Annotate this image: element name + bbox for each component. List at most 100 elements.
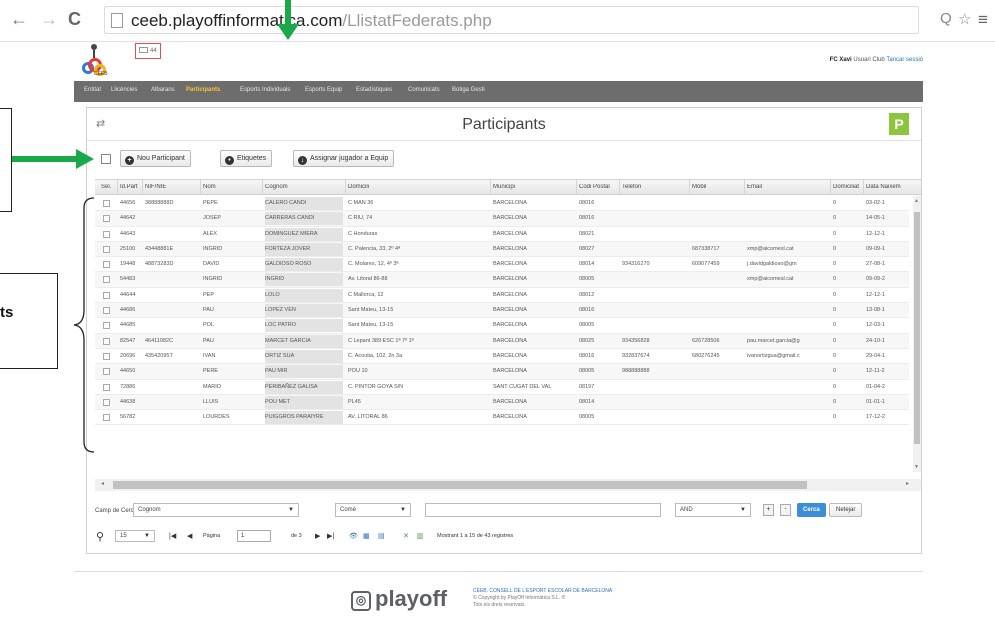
- row-checkbox[interactable]: [103, 368, 110, 376]
- clear-button[interactable]: Netejar: [829, 503, 863, 517]
- assign-to-team-button[interactable]: ↓ Assignar jugador a Equip: [293, 150, 395, 167]
- last-page-icon[interactable]: ▶|: [327, 532, 334, 540]
- search-logic-select[interactable]: AND ▼: [675, 503, 751, 517]
- select-all-checkbox[interactable]: [101, 154, 111, 164]
- add-condition-button[interactable]: +: [763, 504, 774, 516]
- column-header[interactable]: Domicili: [348, 184, 490, 190]
- row-checkbox[interactable]: [103, 322, 110, 330]
- column-header[interactable]: Codi Postal: [579, 184, 621, 190]
- table-row[interactable]: 20696 43542095T IVAN ORTIZ SUA C. Acoutia, 1…: [95, 349, 909, 365]
- search-input[interactable]: [425, 503, 661, 517]
- excel-export-icon[interactable]: ✕: [403, 532, 409, 540]
- search-icon[interactable]: ⚲: [96, 530, 104, 543]
- table-row[interactable]: 82547 46411082C PAU MARCET GARCIA C Lepant 3…: [95, 333, 909, 349]
- nav-item-estadistiques[interactable]: Estadístiques: [356, 87, 392, 93]
- remove-condition-button[interactable]: -: [780, 504, 791, 516]
- row-checkbox[interactable]: [103, 276, 110, 284]
- row-checkbox[interactable]: [103, 245, 110, 253]
- column-header[interactable]: NIF/NIE: [145, 184, 201, 190]
- row-checkbox[interactable]: [103, 307, 110, 315]
- row-checkbox[interactable]: [103, 200, 110, 207]
- column-header[interactable]: Municipi: [493, 184, 577, 190]
- first-page-icon[interactable]: |◀: [169, 532, 176, 540]
- vertical-scroll-thumb[interactable]: [914, 212, 920, 444]
- nav-item-botiga-gesti[interactable]: Botiga Gesti: [452, 87, 485, 93]
- table-row[interactable]: 56782 LOURDES PUIGGROS PARAIYRE AV. LITORAL…: [95, 410, 909, 426]
- page-size-select[interactable]: 15 ▼: [115, 530, 155, 542]
- search-button[interactable]: Cerca: [797, 503, 826, 517]
- row-checkbox[interactable]: [103, 383, 110, 391]
- row-checkbox[interactable]: [103, 291, 110, 299]
- nav-item-llicencies[interactable]: Llicències: [111, 87, 137, 93]
- scroll-right-icon[interactable]: ▸: [906, 480, 909, 487]
- table-row[interactable]: 19448 48873283D DAVID GALDIOSO ROSO C. Molar…: [95, 257, 909, 273]
- participants-panel: ⇄ Participants P + Nou Participant • Etiqu…: [86, 107, 922, 554]
- row-checkbox[interactable]: [103, 398, 110, 406]
- browser-menu-icon[interactable]: ≡: [978, 10, 988, 30]
- column-header[interactable]: Telèfon: [622, 184, 690, 190]
- table-cell: 72886: [120, 383, 136, 390]
- logout-link[interactable]: Tancar sessió: [886, 57, 923, 63]
- page-input[interactable]: 1: [237, 530, 271, 542]
- table-row[interactable]: 25100 43448881E INGRID FORTEZA JOVER C. Pale…: [95, 241, 909, 258]
- table-row[interactable]: 44656 38888888D PEPE CALERO CANDI C MAN 36 BA…: [95, 196, 909, 212]
- table-row[interactable]: 44638 LLUIS POU MET PL45 BARCELONA 08014 0 01-0…: [95, 394, 909, 411]
- nav-item-comunicats[interactable]: Comunicats: [408, 87, 440, 93]
- row-checkbox[interactable]: [103, 230, 110, 238]
- labels-button[interactable]: • Etiquetes: [220, 150, 273, 167]
- column-header[interactable]: Id.Part: [120, 184, 144, 190]
- nav-item-esports-equip[interactable]: Esports Equip: [305, 87, 342, 93]
- table-row[interactable]: 44642 JOSEP CARRERAS CANDI C RIU, 74 BARCELO…: [95, 211, 909, 227]
- footer-line-1[interactable]: CEEB. CONSELL DE L'ESPORT ESCOLAR DE BAR…: [473, 588, 612, 595]
- column-header[interactable]: Mòbil: [692, 184, 745, 190]
- zoom-icon[interactable]: Q: [940, 10, 952, 27]
- column-header[interactable]: Domiciliat: [833, 184, 864, 190]
- row-checkbox[interactable]: [103, 414, 110, 422]
- scroll-down-icon[interactable]: ▼: [914, 464, 919, 470]
- search-operator-select[interactable]: Comè ▼: [335, 503, 411, 517]
- messages-badge[interactable]: 44: [135, 43, 161, 59]
- address-bar[interactable]: ceeb.playoffinformatica.com/LlistatFeder…: [104, 6, 919, 34]
- new-participant-button[interactable]: + Nou Participant: [120, 150, 191, 167]
- row-checkbox[interactable]: [103, 337, 110, 345]
- table-row[interactable]: 72886 MARIO PERIBAÑEZ GALISA C. PINTOR GOYA…: [95, 380, 909, 395]
- row-checkbox[interactable]: [103, 215, 110, 223]
- prev-page-icon[interactable]: ◀: [187, 532, 192, 540]
- forward-arrow-icon[interactable]: →: [40, 9, 58, 29]
- nav-item-albarans[interactable]: Albarans: [151, 87, 175, 93]
- row-checkbox[interactable]: [103, 352, 110, 360]
- vertical-scrollbar[interactable]: ▲ ▼: [913, 196, 921, 472]
- column-header[interactable]: Email: [747, 184, 831, 190]
- nav-item-esports-individuals[interactable]: Esports Individuals: [240, 87, 290, 93]
- search-field-select[interactable]: Cognom ▼: [133, 503, 299, 517]
- table-cell: 988888888: [622, 368, 650, 375]
- nav-item-participants[interactable]: Participants: [186, 87, 220, 93]
- reload-icon[interactable]: C: [68, 9, 81, 29]
- nav-item-entitat[interactable]: Entitat: [84, 87, 101, 93]
- grid-icon[interactable]: ▤: [378, 532, 385, 540]
- view-icon[interactable]: 👁: [349, 532, 358, 540]
- table-row[interactable]: 44643 ALEX DOMINGUEZ MIERA C Honduras BARCEL…: [95, 227, 909, 242]
- back-arrow-icon[interactable]: ←: [10, 9, 28, 29]
- table-cell: 46411082C: [145, 337, 174, 344]
- table-cell: 08005: [579, 276, 595, 283]
- column-header[interactable]: Nom: [203, 184, 263, 190]
- scroll-up-icon[interactable]: ▲: [914, 198, 919, 204]
- row-checkbox[interactable]: [103, 261, 110, 269]
- table-cell: MARIO: [203, 383, 222, 390]
- table-row[interactable]: 44650 PERE PAU MIR POU 10 BARCELONA 08005 9888…: [95, 364, 909, 380]
- ceeb-logo[interactable]: CEEB: [82, 42, 108, 78]
- table-row[interactable]: 54483 INGRID INGRID Av. Litoral 86-88 BARCEL…: [95, 272, 909, 288]
- bookmark-star-icon[interactable]: ☆: [958, 10, 971, 28]
- column-header[interactable]: Data Naixem: [866, 184, 911, 190]
- table-row[interactable]: 44686 PAU LOPEZ VEN Sant Mateu, 13-15 BARCEL…: [95, 303, 909, 319]
- horizontal-scrollbar[interactable]: ◂ ▸: [95, 479, 921, 491]
- table-row[interactable]: 44644 PEP LOLO C Mallorca, 12 BARCELONA 08012…: [95, 288, 909, 304]
- next-page-icon[interactable]: ▶: [315, 532, 320, 540]
- pdf-export-icon[interactable]: ▥: [417, 532, 424, 540]
- horizontal-scroll-thumb[interactable]: [113, 481, 807, 489]
- column-header[interactable]: Cognom: [265, 184, 345, 190]
- scroll-left-icon[interactable]: ◂: [101, 480, 104, 487]
- table-row[interactable]: 44685 POL LOC PATRO Sant Mateu, 13-15 BARCEL…: [95, 318, 909, 334]
- calendar-icon[interactable]: ▦: [363, 532, 370, 540]
